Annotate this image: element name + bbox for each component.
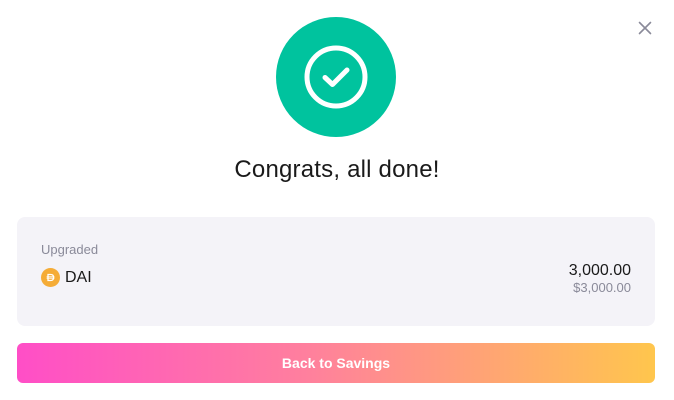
- dai-token-icon: [41, 268, 60, 287]
- close-button[interactable]: [634, 17, 656, 39]
- dialog-title: Congrats, all done!: [234, 156, 440, 183]
- amount-block: 3,000.00 $3,000.00: [569, 262, 631, 295]
- asset-row: DAI: [41, 268, 92, 287]
- summary-card: Upgraded DAI 3,000.00 $3,000.00: [17, 217, 655, 326]
- success-dialog: Congrats, all done! Upgraded DAI 3,000.0…: [0, 0, 674, 400]
- amount-usd-value: $3,000.00: [573, 280, 631, 295]
- amount-value: 3,000.00: [568, 262, 631, 279]
- close-icon: [638, 21, 652, 35]
- back-to-savings-button[interactable]: Back to Savings: [17, 343, 655, 383]
- success-badge: [276, 17, 396, 137]
- check-circle-icon: [304, 45, 368, 109]
- summary-label: Upgraded: [41, 242, 99, 257]
- asset-name: DAI: [65, 268, 92, 286]
